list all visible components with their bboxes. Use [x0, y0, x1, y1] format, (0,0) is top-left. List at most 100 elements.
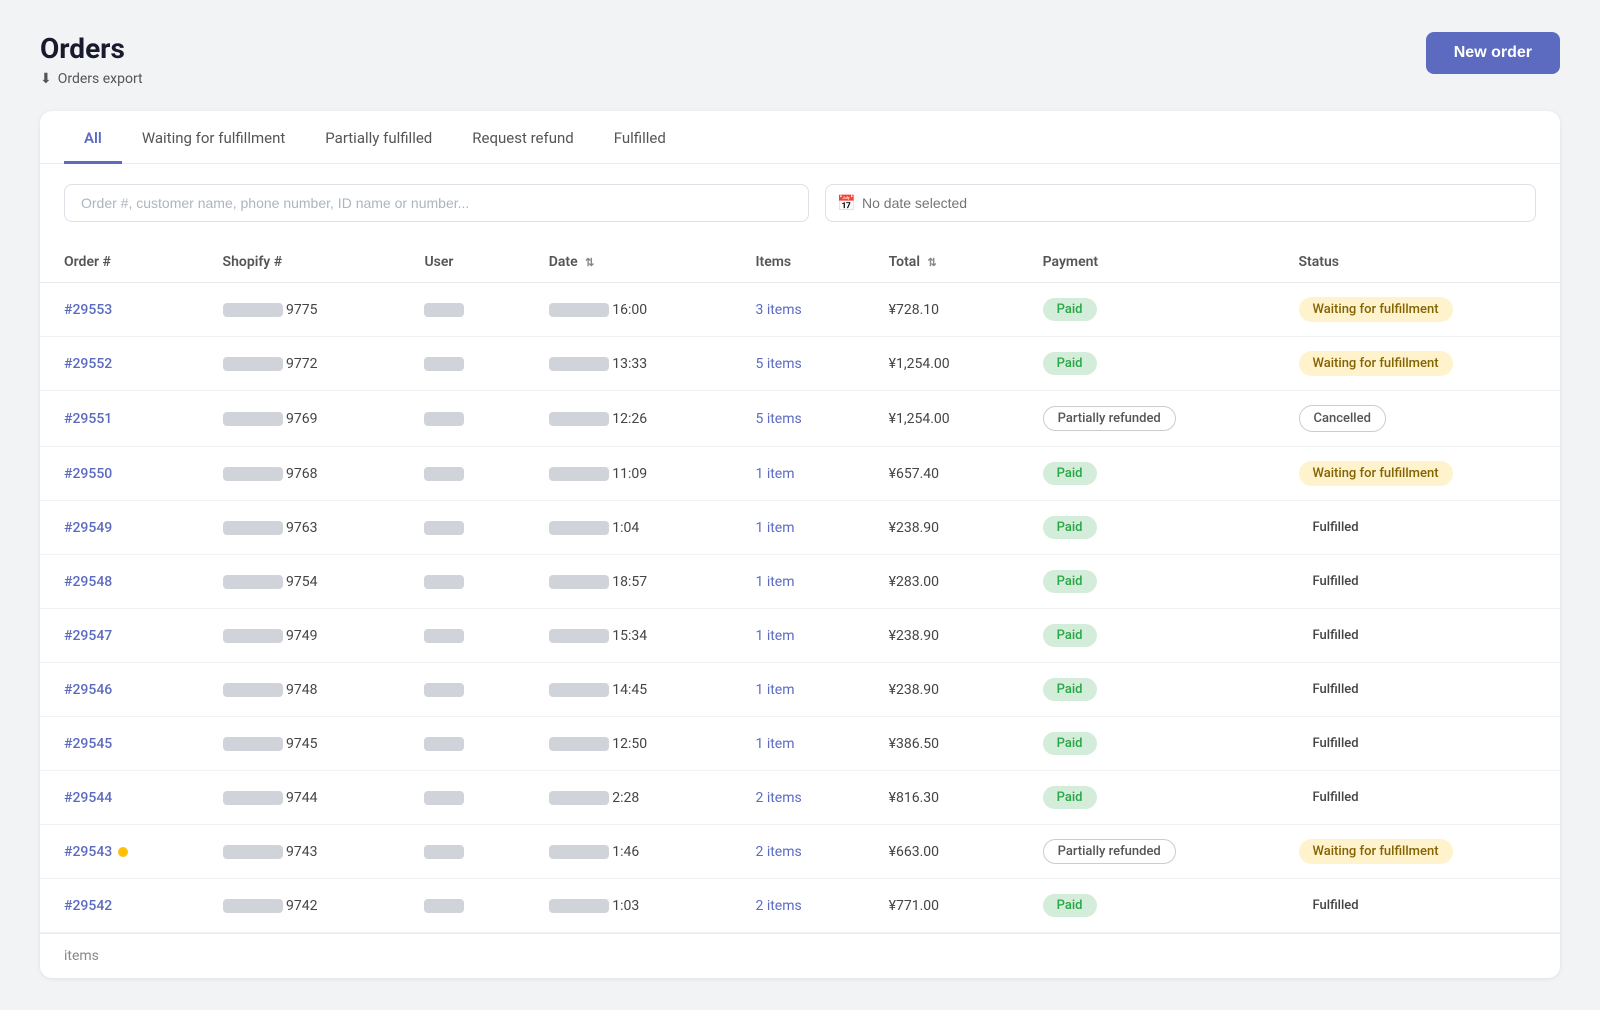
download-icon: ⬇	[40, 71, 52, 87]
tab-partial[interactable]: Partially fulfilled	[305, 111, 452, 164]
user-cell	[400, 337, 524, 391]
date-input[interactable]	[825, 184, 1536, 222]
blurred-avatar	[424, 899, 464, 913]
payment-cell: Paid	[1019, 283, 1275, 337]
order-link[interactable]: #29544	[64, 790, 175, 806]
blurred-avatar	[424, 357, 464, 371]
total-cell: ¥771.00	[865, 879, 1019, 933]
items-cell: 1 item	[731, 501, 864, 555]
items-cell: 2 items	[731, 825, 864, 879]
user-cell	[400, 825, 524, 879]
table-row: #29547 9749 15:341 item¥238.90PaidFulfil…	[40, 609, 1560, 663]
col-status: Status	[1275, 242, 1561, 283]
order-link[interactable]: #29548	[64, 574, 175, 590]
table-header: Order # Shopify # User Date ⇅ Items Tota…	[40, 242, 1560, 283]
user-cell	[400, 771, 524, 825]
col-order: Order #	[40, 242, 199, 283]
tab-waiting[interactable]: Waiting for fulfillment	[122, 111, 305, 164]
blurred-date	[549, 845, 609, 859]
items-link[interactable]: 1 item	[755, 736, 794, 752]
tab-refund[interactable]: Request refund	[452, 111, 593, 164]
total-cell: ¥728.10	[865, 283, 1019, 337]
status-cell: Fulfilled	[1275, 663, 1561, 717]
export-label: Orders export	[58, 71, 143, 87]
blurred-avatar	[424, 412, 464, 426]
user-cell	[400, 283, 524, 337]
table-row: #29551 9769 12:265 items¥1,254.00Partial…	[40, 391, 1560, 447]
items-link[interactable]: 1 item	[755, 466, 794, 482]
order-link[interactable]: #29553	[64, 302, 175, 318]
total-cell: ¥1,254.00	[865, 391, 1019, 447]
status-cell: Waiting for fulfillment	[1275, 447, 1561, 501]
order-link[interactable]: #29552	[64, 356, 175, 372]
items-link[interactable]: 5 items	[755, 356, 801, 372]
total-sort-icon: ⇅	[927, 256, 936, 269]
items-link[interactable]: 5 items	[755, 411, 801, 427]
order-link[interactable]: #29551	[64, 411, 175, 427]
items-link[interactable]: 1 item	[755, 682, 794, 698]
calendar-icon: 📅	[837, 194, 856, 212]
items-link[interactable]: 2 items	[755, 844, 801, 860]
items-cell: 1 item	[731, 447, 864, 501]
items-cell: 3 items	[731, 283, 864, 337]
filters-row: 📅	[40, 164, 1560, 242]
items-link[interactable]: 1 item	[755, 628, 794, 644]
shopify-cell: 9743	[199, 825, 401, 879]
user-cell	[400, 391, 524, 447]
date-filter-wrapper: 📅	[825, 184, 1536, 222]
status-cell: Fulfilled	[1275, 609, 1561, 663]
blurred-shopify-prefix	[223, 629, 283, 643]
status-cell: Waiting for fulfillment	[1275, 825, 1561, 879]
date-cell: 16:00	[525, 283, 732, 337]
col-total[interactable]: Total ⇅	[865, 242, 1019, 283]
status-badge: Fulfilled	[1299, 515, 1373, 540]
tab-all[interactable]: All	[64, 111, 122, 164]
items-link[interactable]: 3 items	[755, 302, 801, 318]
blurred-shopify-prefix	[223, 575, 283, 589]
table-row: #29544 9744 2:282 items¥816.30PaidFulfil…	[40, 771, 1560, 825]
order-link[interactable]: #29550	[64, 466, 175, 482]
table-body: #29553 9775 16:003 items¥728.10PaidWaiti…	[40, 283, 1560, 933]
items-link[interactable]: 1 item	[755, 574, 794, 590]
order-link[interactable]: #29546	[64, 682, 175, 698]
new-order-button[interactable]: New order	[1426, 32, 1560, 74]
shopify-cell: 9744	[199, 771, 401, 825]
search-input[interactable]	[64, 184, 809, 222]
shopify-cell: 9768	[199, 447, 401, 501]
blurred-date	[549, 737, 609, 751]
export-link[interactable]: ⬇ Orders export	[40, 71, 143, 87]
items-link[interactable]: 1 item	[755, 520, 794, 536]
order-link[interactable]: #29543	[64, 844, 175, 860]
total-cell: ¥238.90	[865, 609, 1019, 663]
col-payment: Payment	[1019, 242, 1275, 283]
status-cell: Fulfilled	[1275, 555, 1561, 609]
col-date[interactable]: Date ⇅	[525, 242, 732, 283]
total-cell: ¥283.00	[865, 555, 1019, 609]
payment-badge: Partially refunded	[1043, 406, 1176, 431]
user-cell	[400, 447, 524, 501]
order-link[interactable]: #29549	[64, 520, 175, 536]
col-items: Items	[731, 242, 864, 283]
total-cell: ¥386.50	[865, 717, 1019, 771]
payment-cell: Partially refunded	[1019, 825, 1275, 879]
order-link[interactable]: #29545	[64, 736, 175, 752]
status-badge: Fulfilled	[1299, 623, 1373, 648]
status-cell: Fulfilled	[1275, 501, 1561, 555]
blurred-avatar	[424, 303, 464, 317]
total-cell: ¥238.90	[865, 501, 1019, 555]
payment-badge: Paid	[1043, 678, 1097, 701]
table-row: #29548 9754 18:571 item¥283.00PaidFulfil…	[40, 555, 1560, 609]
date-cell: 14:45	[525, 663, 732, 717]
blurred-date	[549, 791, 609, 805]
items-link[interactable]: 2 items	[755, 790, 801, 806]
payment-badge: Paid	[1043, 298, 1097, 321]
blurred-shopify-prefix	[223, 845, 283, 859]
blurred-date	[549, 357, 609, 371]
order-link[interactable]: #29547	[64, 628, 175, 644]
tab-fulfilled[interactable]: Fulfilled	[594, 111, 686, 164]
items-cell: 5 items	[731, 337, 864, 391]
shopify-cell: 9749	[199, 609, 401, 663]
payment-badge: Paid	[1043, 732, 1097, 755]
blurred-date	[549, 683, 609, 697]
table-row: #29542 9742 1:032 items¥771.00PaidFulfil…	[40, 879, 1560, 933]
